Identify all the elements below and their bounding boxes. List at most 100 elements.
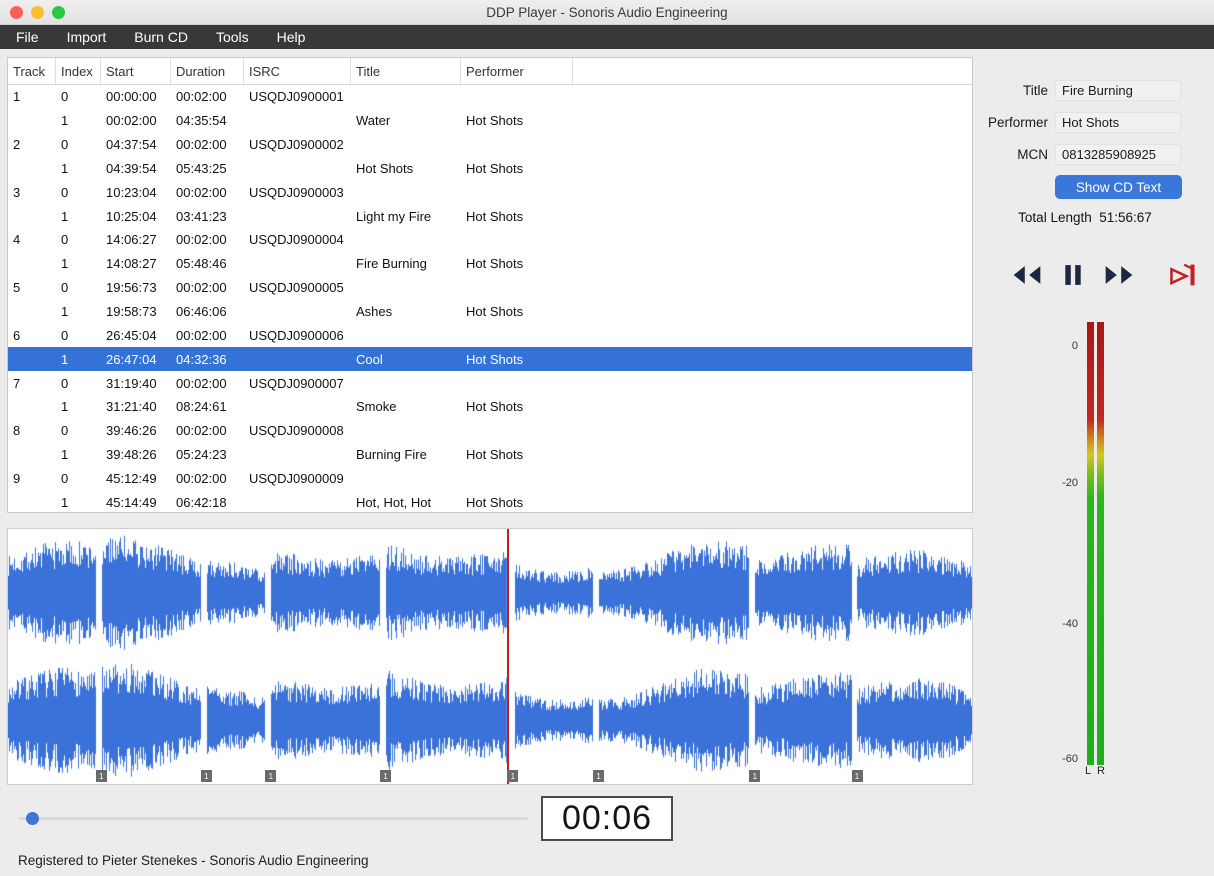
column-header-track[interactable]: Track bbox=[8, 58, 56, 84]
rewind-icon bbox=[1013, 266, 1041, 284]
cell-start: 45:14:49 bbox=[106, 494, 157, 510]
table-row[interactable]: 7 0 31:19:40 00:02:00 USQDJ0900007 bbox=[8, 371, 972, 395]
rewind-button[interactable] bbox=[1008, 258, 1046, 292]
track-index-marker: 1 bbox=[95, 770, 107, 782]
meter-scale-label: 0 bbox=[1071, 340, 1078, 352]
cell-isrc: USQDJ0900003 bbox=[249, 184, 344, 200]
cell-perf: Hot Shots bbox=[466, 160, 524, 176]
cell-index: 0 bbox=[61, 280, 69, 296]
cell-index: 1 bbox=[61, 399, 69, 415]
show-cd-text-button[interactable]: Show CD Text bbox=[1055, 175, 1182, 199]
mcn-input[interactable] bbox=[1055, 143, 1181, 165]
table-row[interactable]: 1 04:39:54 05:43:25 Hot Shots Hot Shots bbox=[8, 157, 972, 181]
table-row[interactable]: 9 0 45:12:49 00:02:00 USQDJ0900009 bbox=[8, 467, 972, 491]
cell-isrc: USQDJ0900008 bbox=[249, 423, 344, 439]
cell-start: 00:00:00 bbox=[106, 89, 157, 105]
cell-perf: Hot Shots bbox=[466, 494, 524, 510]
column-header-index[interactable]: Index bbox=[56, 58, 101, 84]
cell-index: 1 bbox=[61, 160, 69, 176]
menu-import[interactable]: Import bbox=[53, 25, 121, 49]
cell-isrc: USQDJ0900004 bbox=[249, 232, 344, 248]
level-meter-left-bar bbox=[1087, 322, 1094, 765]
cell-dur: 00:02:00 bbox=[176, 423, 227, 439]
track-index-marker: 1 bbox=[265, 770, 277, 782]
column-header-filler bbox=[573, 58, 972, 84]
table-row[interactable]: 1 45:14:49 06:42:18 Hot, Hot, Hot Hot Shots bbox=[8, 490, 972, 512]
table-row[interactable]: 3 0 10:23:04 00:02:00 USQDJ0900003 bbox=[8, 180, 972, 204]
registration-status: Registered to Pieter Stenekes - Sonoris … bbox=[18, 853, 369, 868]
table-row[interactable]: 5 0 19:56:73 00:02:00 USQDJ0900005 bbox=[8, 276, 972, 300]
table-row[interactable]: 1 26:47:04 04:32:36 Cool Hot Shots bbox=[8, 347, 972, 372]
cell-start: 39:48:26 bbox=[106, 447, 157, 463]
track-index-marker: 1 bbox=[200, 770, 212, 782]
table-row[interactable]: 4 0 14:06:27 00:02:00 USQDJ0900004 bbox=[8, 228, 972, 252]
cell-perf: Hot Shots bbox=[466, 351, 524, 367]
table-row[interactable]: 1 00:02:00 04:35:54 Water Hot Shots bbox=[8, 109, 972, 133]
column-header-duration[interactable]: Duration bbox=[171, 58, 244, 84]
title-input[interactable] bbox=[1055, 79, 1181, 101]
cell-start: 10:25:04 bbox=[106, 208, 157, 224]
window-title: DDP Player - Sonoris Audio Engineering bbox=[486, 4, 728, 20]
cell-isrc: USQDJ0900002 bbox=[249, 137, 344, 153]
cell-title: Hot Shots bbox=[356, 160, 414, 176]
zoom-window-icon[interactable] bbox=[52, 6, 65, 19]
cell-index: 1 bbox=[61, 304, 69, 320]
seek-slider-handle[interactable] bbox=[26, 812, 39, 825]
cell-index: 0 bbox=[61, 375, 69, 391]
column-header-title[interactable]: Title bbox=[351, 58, 461, 84]
cell-track: 5 bbox=[13, 280, 21, 296]
pause-button[interactable] bbox=[1054, 258, 1092, 292]
cell-title: Fire Burning bbox=[356, 256, 427, 272]
cell-start: 10:23:04 bbox=[106, 184, 157, 200]
cell-perf: Hot Shots bbox=[466, 113, 524, 129]
column-header-start[interactable]: Start bbox=[101, 58, 171, 84]
fast-forward-button[interactable] bbox=[1100, 258, 1138, 292]
seek-slider-track[interactable] bbox=[18, 817, 528, 820]
cell-dur: 06:42:18 bbox=[176, 494, 227, 510]
track-index-marker: 1 bbox=[507, 770, 519, 782]
level-meter-right-bar bbox=[1097, 322, 1104, 765]
cell-title: Burning Fire bbox=[356, 447, 427, 463]
cell-start: 26:47:04 bbox=[106, 351, 157, 367]
title-label: Title bbox=[1022, 82, 1048, 98]
mcn-label: MCN bbox=[1017, 146, 1048, 162]
table-row[interactable]: 2 0 04:37:54 00:02:00 USQDJ0900002 bbox=[8, 133, 972, 157]
waveform-canvas[interactable] bbox=[8, 529, 972, 784]
cell-track: 8 bbox=[13, 423, 21, 439]
menu-tools[interactable]: Tools bbox=[202, 25, 263, 49]
cell-dur: 05:43:25 bbox=[176, 160, 227, 176]
menu-burn-cd[interactable]: Burn CD bbox=[120, 25, 202, 49]
table-row[interactable]: 1 14:08:27 05:48:46 Fire Burning Hot Shots bbox=[8, 252, 972, 276]
table-row[interactable]: 8 0 39:46:26 00:02:00 USQDJ0900008 bbox=[8, 419, 972, 443]
table-row[interactable]: 1 0 00:00:00 00:02:00 USQDJ0900001 bbox=[8, 85, 972, 109]
waveform-display[interactable]: 1 1 1 1 1 1 1 1 bbox=[7, 528, 973, 785]
cell-title: Light my Fire bbox=[356, 208, 432, 224]
performer-input[interactable] bbox=[1055, 111, 1181, 133]
cell-index: 0 bbox=[61, 327, 69, 343]
cell-index: 1 bbox=[61, 494, 69, 510]
track-index-marker: 1 bbox=[851, 770, 863, 782]
stop-at-end-button[interactable] bbox=[1164, 258, 1202, 292]
table-row[interactable]: 1 19:58:73 06:46:06 Ashes Hot Shots bbox=[8, 300, 972, 324]
cell-index: 0 bbox=[61, 232, 69, 248]
cell-start: 14:08:27 bbox=[106, 256, 157, 272]
cell-index: 0 bbox=[61, 184, 69, 200]
table-row[interactable]: 6 0 26:45:04 00:02:00 USQDJ0900006 bbox=[8, 323, 972, 347]
table-row[interactable]: 1 31:21:40 08:24:61 Smoke Hot Shots bbox=[8, 395, 972, 419]
fast-forward-icon bbox=[1105, 266, 1133, 284]
table-row[interactable]: 1 10:25:04 03:41:23 Light my Fire Hot Shots bbox=[8, 204, 972, 228]
table-row[interactable]: 1 39:48:26 05:24:23 Burning Fire Hot Shots bbox=[8, 443, 972, 467]
transport-controls bbox=[1008, 258, 1202, 292]
menu-help[interactable]: Help bbox=[263, 25, 320, 49]
meter-scale-label: -20 bbox=[1062, 477, 1078, 489]
cell-index: 0 bbox=[61, 470, 69, 486]
close-window-icon[interactable] bbox=[10, 6, 23, 19]
track-table-header: Track Index Start Duration ISRC Title Pe… bbox=[8, 58, 972, 85]
column-header-isrc[interactable]: ISRC bbox=[244, 58, 351, 84]
cell-index: 0 bbox=[61, 89, 69, 105]
menu-file[interactable]: File bbox=[2, 25, 53, 49]
cell-dur: 04:35:54 bbox=[176, 113, 227, 129]
cell-perf: Hot Shots bbox=[466, 399, 524, 415]
minimize-window-icon[interactable] bbox=[31, 6, 44, 19]
column-header-performer[interactable]: Performer bbox=[461, 58, 573, 84]
